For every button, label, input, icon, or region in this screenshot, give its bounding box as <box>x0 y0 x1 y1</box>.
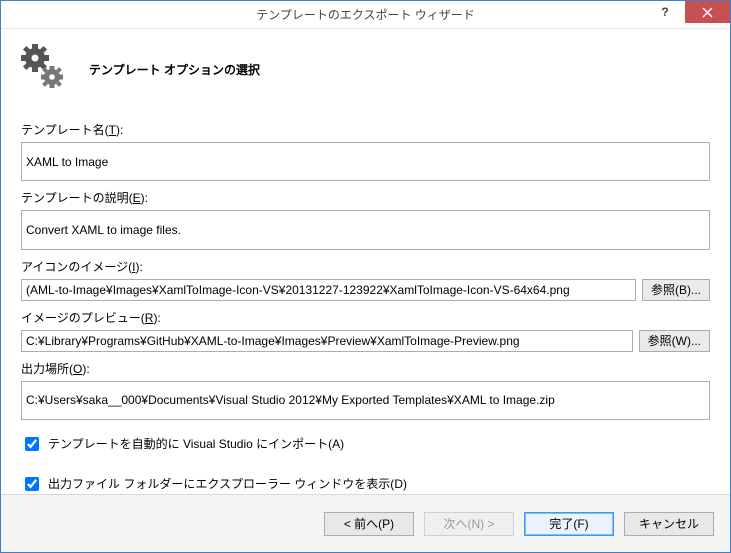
close-button[interactable] <box>685 1 730 23</box>
show-explorer-row[interactable]: 出力ファイル フォルダーにエクスプローラー ウィンドウを表示(D) <box>21 474 710 494</box>
show-explorer-checkbox[interactable] <box>25 477 39 491</box>
template-desc-label: テンプレートの説明(E): <box>21 189 710 206</box>
template-name-label: テンプレート名(T): <box>21 121 710 138</box>
template-name-input[interactable] <box>21 142 710 181</box>
wizard-footer: < 前へ(P) 次へ(N) > 完了(F) キャンセル <box>1 494 730 552</box>
export-template-wizard-window: テンプレートのエクスポート ウィザード ? <box>0 0 731 553</box>
auto-import-label: テンプレートを自動的に Visual Studio にインポート(A) <box>48 435 344 452</box>
preview-image-label: イメージのプレビュー(R): <box>21 309 710 326</box>
wizard-header: テンプレート オプションの選択 <box>1 29 730 115</box>
icon-browse-button[interactable]: 参照(B)... <box>642 279 710 301</box>
preview-image-input[interactable] <box>21 330 633 352</box>
help-button[interactable]: ? <box>645 1 685 23</box>
icon-image-input[interactable] <box>21 279 636 301</box>
svg-text:?: ? <box>661 6 668 18</box>
show-explorer-label: 出力ファイル フォルダーにエクスプローラー ウィンドウを表示(D) <box>48 475 407 492</box>
window-controls: ? <box>645 1 730 28</box>
wizard-subtitle: テンプレート オプションの選択 <box>89 61 260 78</box>
wizard-body: テンプレート名(T): テンプレートの説明(E): アイコンのイメージ(I): … <box>1 115 730 494</box>
window-title: テンプレートのエクスポート ウィザード <box>256 6 475 23</box>
auto-import-row[interactable]: テンプレートを自動的に Visual Studio にインポート(A) <box>21 434 710 454</box>
cancel-button[interactable]: キャンセル <box>624 512 714 536</box>
icon-image-label: アイコンのイメージ(I): <box>21 258 710 275</box>
back-button[interactable]: < 前へ(P) <box>324 512 414 536</box>
titlebar: テンプレートのエクスポート ウィザード ? <box>1 1 730 29</box>
template-desc-input[interactable] <box>21 210 710 249</box>
output-location-label: 出力場所(O): <box>21 360 710 377</box>
finish-button[interactable]: 完了(F) <box>524 512 614 536</box>
next-button: 次へ(N) > <box>424 512 514 536</box>
gear-icon <box>15 41 71 97</box>
auto-import-checkbox[interactable] <box>25 437 39 451</box>
preview-browse-button[interactable]: 参照(W)... <box>639 330 710 352</box>
output-location-input[interactable] <box>21 381 710 420</box>
